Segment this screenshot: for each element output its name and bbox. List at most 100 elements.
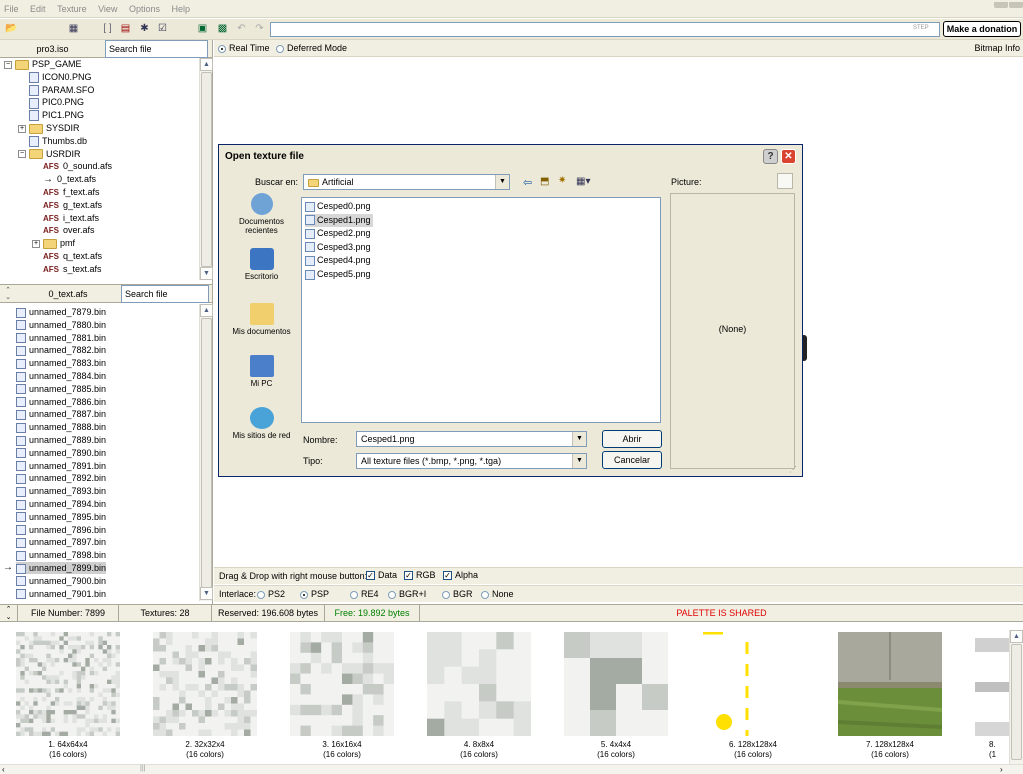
radio-icon[interactable]: [218, 44, 226, 53]
list-item[interactable]: unnamed_7880.bin: [16, 319, 106, 331]
dialog-file-item[interactable]: Cesped1.png: [305, 213, 373, 227]
interlace-option[interactable]: PS2: [257, 589, 285, 599]
tree-item[interactable]: AFS s_text.afs: [32, 263, 102, 276]
gear-icon[interactable]: ✱: [137, 22, 152, 36]
dialog-file-item[interactable]: Cesped0.png: [305, 200, 373, 213]
scroll-thumb[interactable]: |||: [140, 765, 145, 772]
texture-thumbnail[interactable]: [16, 632, 121, 737]
list-item[interactable]: unnamed_7900.bin: [16, 575, 106, 587]
tree-item[interactable]: Thumbs.db: [18, 135, 87, 148]
menu-view[interactable]: View: [94, 0, 122, 14]
scroll-up-icon[interactable]: ▲: [200, 58, 213, 71]
afs-search-input[interactable]: Search file: [121, 285, 209, 303]
tree-item[interactable]: AFS over.afs: [32, 224, 95, 237]
tree-scrollbar[interactable]: ▲ ▼: [199, 58, 213, 280]
interlace-option[interactable]: BGR: [442, 589, 473, 599]
close-icon[interactable]: ✕: [781, 149, 796, 164]
bitmap-info-label[interactable]: Bitmap Info: [974, 43, 1020, 53]
resize-grip-icon[interactable]: ⋰: [789, 465, 799, 475]
tree-item[interactable]: + SYSDIR: [18, 122, 80, 135]
radio-icon[interactable]: [300, 590, 308, 599]
dialog-file-item[interactable]: Cesped5.png: [305, 268, 373, 281]
interlace-option[interactable]: None: [481, 589, 514, 599]
iso-search-input[interactable]: Search file: [105, 40, 208, 58]
splitter-icon[interactable]: ⌃ ⌄: [2, 287, 14, 301]
frame-icon[interactable]: [ ]: [100, 22, 115, 36]
list-item[interactable]: unnamed_7895.bin: [16, 511, 106, 523]
radio-icon[interactable]: [481, 590, 489, 599]
tree-item[interactable]: PIC1.PNG: [18, 109, 84, 122]
splitter-icon[interactable]: ⌃ ⌄: [0, 605, 18, 622]
tree-item[interactable]: + pmf: [32, 237, 75, 250]
texture-thumbnail[interactable]: [837, 632, 943, 736]
list-item[interactable]: unnamed_7901.bin: [16, 588, 106, 600]
place-desktop[interactable]: Escritorio: [229, 248, 294, 281]
type-select[interactable]: All texture files (*.bmp, *.png, *.tga) …: [356, 453, 587, 469]
data-checkbox[interactable]: ✓ Data: [366, 570, 397, 581]
tree-item[interactable]: AFS g_text.afs: [32, 199, 102, 212]
rgb-checkbox[interactable]: ✓ RGB: [404, 570, 436, 581]
menu-edit[interactable]: Edit: [26, 0, 51, 14]
radio-icon[interactable]: [388, 590, 396, 599]
list-item[interactable]: unnamed_7885.bin: [16, 383, 106, 395]
tree-item[interactable]: PARAM.SFO: [18, 84, 94, 97]
path-input[interactable]: [270, 22, 940, 37]
tree-item[interactable]: − PSP_GAME: [4, 58, 82, 71]
interlace-option[interactable]: PSP: [300, 589, 329, 599]
expander-icon[interactable]: −: [4, 60, 12, 69]
scroll-down-icon[interactable]: ▼: [200, 267, 213, 280]
scroll-thumb[interactable]: [201, 72, 212, 267]
list-item[interactable]: unnamed_7879.bin: [16, 306, 106, 318]
texture-thumbnail[interactable]: [290, 632, 395, 737]
film-icon[interactable]: ▤: [118, 22, 133, 36]
minimize-icon[interactable]: [994, 2, 1008, 8]
interlace-option[interactable]: RE4: [350, 589, 379, 599]
undo-icon[interactable]: ↶: [234, 22, 249, 36]
place-network[interactable]: Mis sitios de red: [229, 407, 294, 440]
tree-item[interactable]: PIC0.PNG: [18, 96, 84, 109]
scroll-left-icon[interactable]: ‹: [2, 765, 5, 774]
list-item[interactable]: unnamed_7886.bin: [16, 396, 106, 408]
place-documents[interactable]: Mis documentos: [229, 303, 294, 336]
texture-thumbnail[interactable]: [564, 632, 669, 737]
redo-icon[interactable]: ↷: [252, 22, 267, 36]
list-scrollbar[interactable]: ▲ ▼: [199, 304, 213, 601]
scroll-down-icon[interactable]: ▼: [200, 587, 213, 600]
texture-thumbnail[interactable]: [153, 632, 258, 737]
list-item[interactable]: unnamed_7881.bin: [16, 332, 106, 344]
preview-icon[interactable]: [777, 173, 793, 189]
texture-thumbnail[interactable]: [701, 631, 805, 736]
list-item[interactable]: unnamed_7897.bin: [16, 536, 106, 549]
radio-icon[interactable]: [350, 590, 358, 599]
tree-item[interactable]: − USRDIR: [18, 148, 81, 161]
scroll-right-icon[interactable]: ›: [1000, 765, 1003, 774]
menu-texture[interactable]: Texture: [53, 0, 92, 14]
name-input[interactable]: Cesped1.png ▼: [356, 431, 587, 447]
alpha-checkbox[interactable]: ✓ Alpha: [443, 570, 478, 581]
expander-icon[interactable]: +: [32, 239, 40, 248]
radio-icon[interactable]: [257, 590, 265, 599]
new-folder-icon[interactable]: ✷: [558, 175, 566, 186]
tree-item[interactable]: AFS 0_sound.afs: [32, 160, 112, 173]
place-recent[interactable]: Documentos recientes: [229, 193, 294, 235]
list-item[interactable]: unnamed_7898.bin: [16, 549, 106, 561]
scroll-up-icon[interactable]: ▲: [200, 304, 213, 317]
radio-icon[interactable]: [442, 590, 450, 599]
cancel-button[interactable]: Cancelar: [602, 451, 662, 469]
list-item[interactable]: unnamed_7883.bin: [16, 357, 106, 369]
expander-icon[interactable]: +: [18, 124, 26, 133]
thumbs-scrollbar[interactable]: ▲: [1009, 630, 1023, 764]
donate-button[interactable]: Make a donation: [943, 21, 1021, 37]
tree-item[interactable]: AFS i_text.afs: [32, 212, 99, 225]
list-item[interactable]: unnamed_7894.bin: [16, 498, 106, 510]
list-item[interactable]: unnamed_7899.bin: [16, 562, 107, 574]
list-item[interactable]: unnamed_7891.bin: [16, 460, 106, 472]
view-menu-icon[interactable]: ▦▾: [576, 176, 590, 187]
check-doc-icon[interactable]: ☑: [155, 22, 170, 36]
open-button[interactable]: Abrir: [602, 430, 662, 448]
menu-file[interactable]: File: [0, 0, 24, 14]
fit-icon[interactable]: ▣: [195, 22, 210, 36]
lookin-select[interactable]: Artificial ▼: [303, 174, 510, 190]
tree-item[interactable]: ICON0.PNG: [18, 71, 92, 84]
tree-item[interactable]: AFS q_text.afs: [32, 250, 102, 263]
